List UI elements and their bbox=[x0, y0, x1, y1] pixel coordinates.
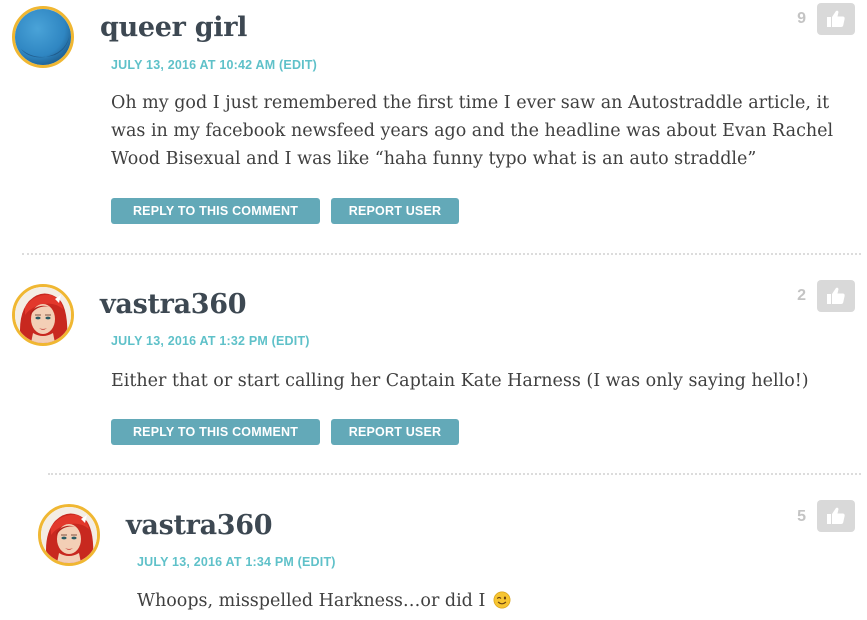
comment-body-text: Whoops, misspelled Harkness…or did I bbox=[137, 591, 486, 611]
red-haired-woman-avatar-icon bbox=[15, 287, 71, 343]
edit-link[interactable]: (EDIT) bbox=[272, 334, 310, 348]
red-haired-woman-avatar-icon bbox=[41, 507, 97, 563]
vote-count: 2 bbox=[797, 287, 806, 304]
like-button[interactable] bbox=[817, 500, 855, 532]
thumbs-up-icon bbox=[827, 507, 845, 524]
comment-body: Whoops, misspelled Harkness…or did I bbox=[137, 587, 863, 615]
comment-meta: JULY 13, 2016 AT 10:42 AM (EDIT) bbox=[111, 58, 317, 72]
comment-date[interactable]: JULY 13, 2016 AT 10:42 AM bbox=[111, 58, 275, 72]
comment-reply: vastra360 JULY 13, 2016 AT 1:34 PM (EDIT… bbox=[0, 490, 867, 620]
comment-body: Either that or start calling her Captain… bbox=[111, 371, 809, 391]
avatar[interactable] bbox=[12, 6, 74, 68]
comment-divider bbox=[48, 473, 861, 475]
thumbs-up-icon bbox=[827, 10, 845, 27]
comment-date[interactable]: JULY 13, 2016 AT 1:32 PM bbox=[111, 334, 268, 348]
comment: queer girl JULY 13, 2016 AT 10:42 AM (ED… bbox=[0, 0, 867, 250]
avatar[interactable] bbox=[12, 284, 74, 346]
comment: vastra360 JULY 13, 2016 AT 1:32 PM (EDIT… bbox=[0, 270, 867, 460]
comment-body: Oh my god I just remembered the first ti… bbox=[111, 93, 834, 169]
reply-button[interactable]: REPLY TO THIS COMMENT bbox=[111, 198, 320, 224]
comment-author[interactable]: vastra360 bbox=[126, 510, 273, 541]
comment-author[interactable]: queer girl bbox=[100, 12, 247, 43]
like-button[interactable] bbox=[817, 3, 855, 35]
like-button[interactable] bbox=[817, 280, 855, 312]
blue-circle-avatar-icon bbox=[15, 9, 71, 65]
comment-author[interactable]: vastra360 bbox=[100, 289, 247, 320]
thumbs-up-icon bbox=[827, 287, 845, 304]
reply-button[interactable]: REPLY TO THIS COMMENT bbox=[111, 419, 320, 445]
vote-count: 5 bbox=[797, 508, 806, 525]
edit-link[interactable]: (EDIT) bbox=[298, 555, 336, 569]
comment-divider bbox=[22, 253, 861, 255]
winking-face-emoji-icon bbox=[493, 591, 511, 609]
report-user-button[interactable]: REPORT USER bbox=[331, 198, 459, 224]
comment-meta: JULY 13, 2016 AT 1:32 PM (EDIT) bbox=[111, 334, 310, 348]
comment-date[interactable]: JULY 13, 2016 AT 1:34 PM bbox=[137, 555, 294, 569]
avatar[interactable] bbox=[38, 504, 100, 566]
report-user-button[interactable]: REPORT USER bbox=[331, 419, 459, 445]
comment-meta: JULY 13, 2016 AT 1:34 PM (EDIT) bbox=[137, 555, 336, 569]
vote-count: 9 bbox=[797, 10, 806, 27]
edit-link[interactable]: (EDIT) bbox=[279, 58, 317, 72]
